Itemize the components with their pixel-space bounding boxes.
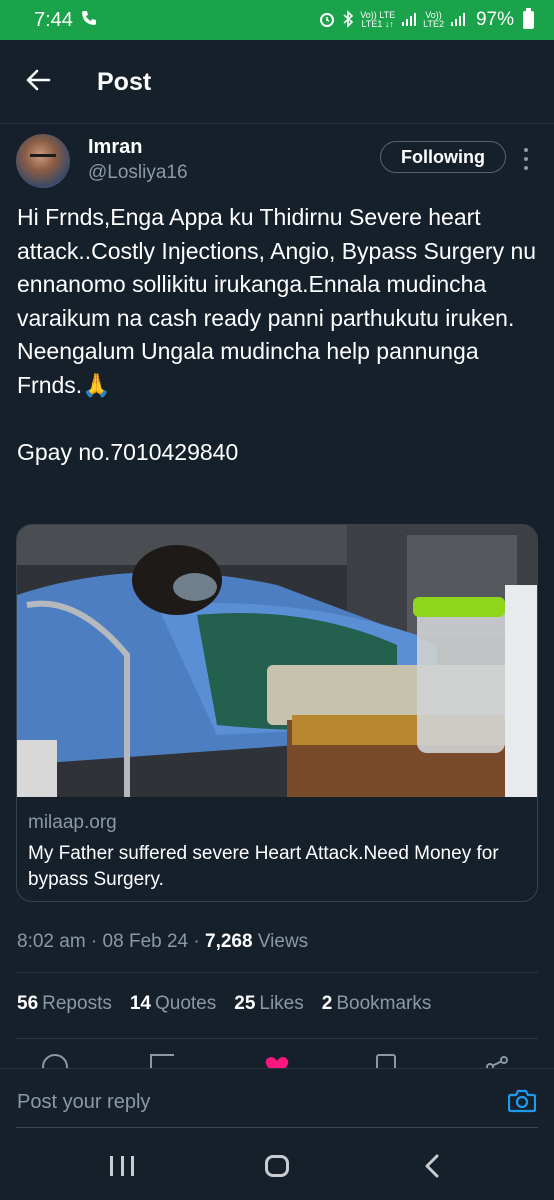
bookmarks-stat[interactable]: 2 Bookmarks	[322, 993, 432, 1015]
more-options-icon[interactable]	[522, 148, 530, 170]
signal-icon	[401, 11, 417, 30]
post-meta: 8:02 am · 08 Feb 24 · 7,268 Views	[17, 931, 308, 953]
following-button[interactable]: Following	[380, 141, 506, 173]
avatar[interactable]	[16, 134, 70, 188]
alarm-icon	[318, 10, 336, 31]
signal-icon	[450, 11, 466, 30]
post-time: 8:02 am	[17, 931, 86, 952]
heart-icon[interactable]	[264, 1054, 290, 1068]
reply-underline	[16, 1127, 538, 1128]
bookmark-icon[interactable]	[376, 1054, 396, 1068]
hospital-bed-image[interactable]	[17, 525, 537, 797]
home-icon[interactable]	[265, 1155, 289, 1177]
quotes-stat[interactable]: 14 Quotes	[130, 993, 216, 1015]
post-text: Hi Frnds,Enga Appa ku Thidirnu Severe he…	[17, 204, 537, 465]
link-card[interactable]: milaap.org My Father suffered severe Hea…	[16, 524, 538, 902]
post-date: 08 Feb 24	[102, 931, 189, 952]
divider	[16, 1038, 538, 1039]
views-label[interactable]: Views	[253, 931, 308, 952]
reply-icon[interactable]	[42, 1054, 68, 1068]
status-bar: 7:44 Vo)) LTE LTE1 ↓↑ Vo)) LTE2 97%	[0, 0, 554, 40]
camera-icon[interactable]	[507, 1089, 537, 1113]
status-time: 7:44	[34, 8, 73, 31]
page-title: Post	[97, 68, 152, 96]
share-icon[interactable]	[484, 1054, 510, 1068]
meta-separator: ·	[85, 931, 103, 952]
author-handle[interactable]: @Losliya16	[88, 162, 188, 184]
battery-percent: 97%	[475, 9, 514, 30]
meta-separator: ·	[188, 931, 206, 952]
post-actions	[0, 1050, 554, 1068]
recents-icon[interactable]	[110, 1156, 134, 1176]
lte2-label: Vo)) LTE2	[423, 10, 444, 29]
status-icons: Vo)) LTE LTE1 ↓↑ Vo)) LTE2 97%	[318, 8, 534, 31]
repost-icon[interactable]	[150, 1054, 174, 1068]
reposts-stat[interactable]: 56 Reposts	[17, 993, 112, 1015]
reply-input[interactable]: Post your reply	[17, 1091, 150, 1114]
views-count[interactable]: 7,268	[205, 931, 253, 952]
card-description[interactable]: My Father suffered severe Heart Attack.N…	[28, 841, 528, 893]
call-icon	[81, 10, 97, 31]
post-author: Imran @Losliya16 Following	[16, 134, 538, 194]
card-domain[interactable]: milaap.org	[28, 812, 117, 834]
likes-stat[interactable]: 25 Likes	[234, 993, 304, 1015]
reply-bar: Post your reply	[0, 1068, 554, 1130]
arrow-left-icon[interactable]	[24, 66, 52, 94]
top-bar: Post	[0, 40, 554, 124]
bluetooth-icon	[342, 9, 354, 31]
system-nav-bar	[0, 1130, 554, 1200]
battery-icon	[523, 8, 534, 29]
lte1-label: Vo)) LTE LTE1 ↓↑	[360, 10, 396, 29]
divider	[16, 972, 538, 973]
author-name[interactable]: Imran	[88, 136, 142, 159]
engagement-stats: 56 Reposts 14 Quotes 25 Likes 2 Bookmarks	[17, 993, 431, 1015]
back-icon[interactable]	[422, 1154, 442, 1178]
